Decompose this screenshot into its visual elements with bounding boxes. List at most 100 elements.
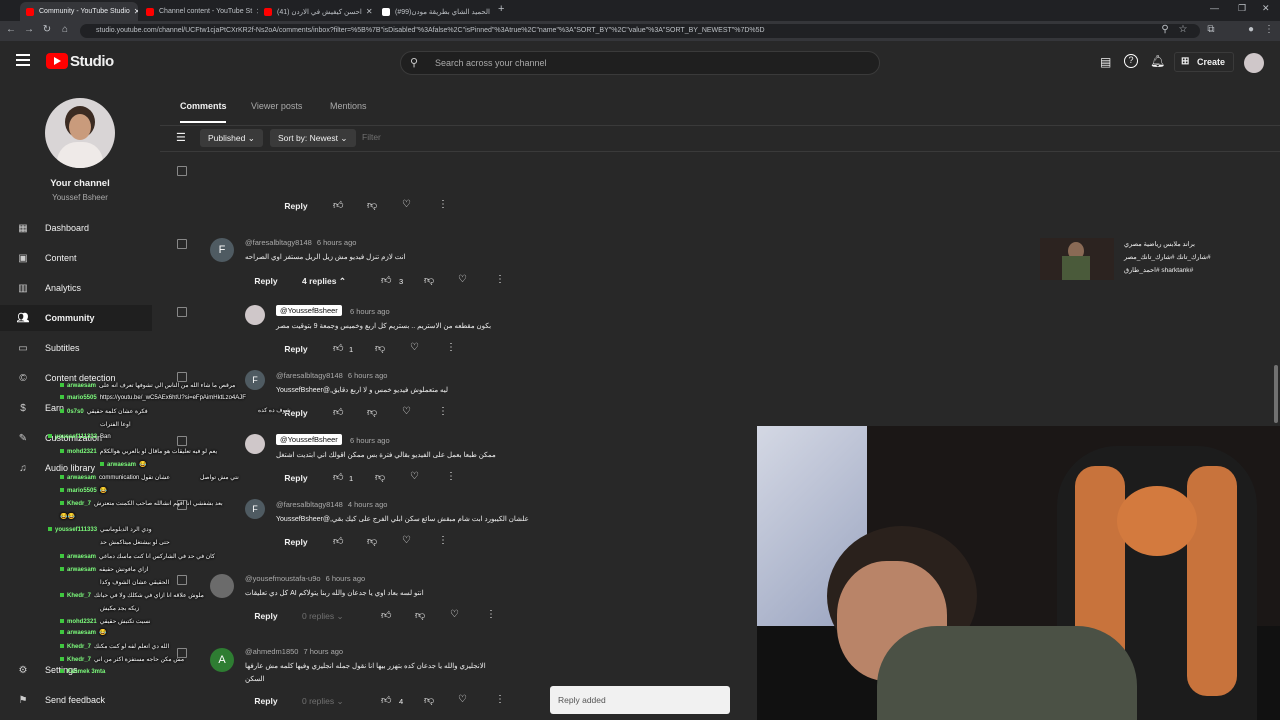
video-title-line[interactable]: براند ملابس رياضية مصري — [1124, 240, 1195, 248]
channel-avatar[interactable] — [45, 98, 115, 168]
close-window-icon[interactable]: ✕ — [1262, 3, 1270, 14]
reply-button[interactable]: Reply — [279, 473, 313, 483]
timestamp[interactable]: 6 hours ago — [348, 371, 388, 380]
browser-menu-icon[interactable]: ⋮ — [1262, 24, 1276, 35]
heart-icon[interactable]: ♡ — [402, 406, 411, 417]
tab-mentions[interactable]: Mentions — [330, 101, 367, 111]
video-title-line[interactable]: #sharktank #احمد_طارق — [1124, 266, 1193, 274]
comment-author[interactable]: @faresalbltagy8148 6 hours ago — [245, 238, 356, 247]
sort-filter-chip[interactable]: Sort by: Newest ⌄ — [270, 129, 356, 147]
heart-icon[interactable]: ♡ — [402, 535, 411, 546]
heart-icon[interactable]: ♡ — [458, 274, 467, 285]
comment-checkbox[interactable] — [177, 372, 187, 382]
tab-viewer-posts[interactable]: Viewer posts — [251, 101, 302, 111]
heart-icon[interactable]: ♡ — [450, 609, 459, 620]
search-input[interactable]: Search across your channel — [400, 51, 880, 75]
like-icon[interactable]: 👍︎ — [333, 342, 343, 354]
create-button[interactable]: ⊞ Create — [1174, 52, 1235, 72]
bookmark-icon[interactable]: ☆ — [1176, 24, 1190, 35]
more-options-icon[interactable]: ⋮ — [438, 199, 448, 210]
replies-toggle[interactable]: 0 replies ⌄ — [302, 696, 344, 707]
close-tab-icon[interactable]: ✕ — [130, 7, 138, 16]
more-options-icon[interactable]: ⋮ — [438, 406, 448, 417]
reply-button[interactable]: Reply — [279, 537, 313, 547]
published-filter-chip[interactable]: Published ⌄ — [200, 129, 263, 147]
filter-icon[interactable]: ☰ — [176, 131, 186, 144]
more-options-icon[interactable]: ⋮ — [486, 609, 496, 620]
timestamp[interactable]: 6 hours ago — [350, 307, 390, 316]
account-avatar[interactable] — [1244, 53, 1264, 73]
sidebar-item-subtitles[interactable]: ▭ Subtitles — [0, 335, 152, 361]
avatar[interactable] — [245, 434, 265, 454]
tab-comments[interactable]: Comments — [180, 101, 227, 111]
timestamp[interactable]: 4 hours ago — [348, 500, 388, 509]
hamburger-menu-icon[interactable] — [16, 54, 30, 66]
dislike-icon[interactable]: 👎︎ — [367, 199, 377, 211]
url-input[interactable]: studio.youtube.com/channel/UCFtw1cjaPtCX… — [80, 24, 1200, 38]
creator-badge[interactable]: @YoussefBsheer — [276, 434, 342, 445]
author-handle[interactable]: @ahmedm1850 — [245, 647, 298, 656]
browser-tab[interactable]: Channel content - YouTube St✕ — [140, 2, 258, 21]
sidebar-item-send-feedback[interactable]: ⚑ Send feedback — [0, 687, 152, 713]
reply-button[interactable]: Reply — [249, 276, 283, 286]
sidebar-item-dashboard[interactable]: ▦ Dashboard — [0, 215, 152, 241]
heart-icon[interactable]: ♡ — [402, 199, 411, 210]
sidebar-item-analytics[interactable]: ▥ Analytics — [0, 275, 152, 301]
like-icon[interactable]: 👍︎ — [333, 535, 343, 547]
author-handle[interactable]: @faresalbltagy8148 — [245, 238, 312, 247]
replies-toggle[interactable]: 0 replies ⌄ — [302, 611, 344, 622]
zoom-icon[interactable]: ⚲ — [1158, 24, 1172, 35]
author-handle[interactable]: @faresalbltagy8148 — [276, 371, 343, 380]
comment-author[interactable]: @yousefmoustafa-u9o 6 hours ago — [245, 574, 365, 583]
reply-button[interactable]: Reply — [279, 344, 313, 354]
timestamp-label[interactable]: 6 hours ago — [350, 307, 390, 316]
avatar[interactable]: F — [210, 238, 234, 262]
comment-author[interactable]: @ahmedm1850 7 hours ago — [245, 647, 343, 656]
dislike-icon[interactable]: 👎︎ — [424, 694, 434, 706]
avatar[interactable]: F — [245, 499, 265, 519]
notifications-icon[interactable]: 🔔︎ — [1150, 54, 1165, 68]
heart-icon[interactable]: ♡ — [410, 342, 419, 353]
reply-button[interactable]: Reply — [279, 201, 313, 211]
like-icon[interactable]: 👍︎ — [381, 694, 391, 706]
minimize-icon[interactable]: — — [1210, 3, 1219, 13]
comment-checkbox[interactable] — [177, 436, 187, 446]
filter-input[interactable]: Filter — [362, 132, 381, 142]
avatar[interactable] — [245, 305, 265, 325]
reply-button[interactable]: Reply — [249, 696, 283, 706]
sidebar-item-community[interactable]: 👥︎ Community — [0, 305, 152, 331]
more-options-icon[interactable]: ⋮ — [495, 694, 505, 705]
timestamp[interactable]: 6 hours ago — [326, 574, 366, 583]
timestamp[interactable]: 6 hours ago — [350, 436, 390, 445]
youtube-logo-icon[interactable] — [46, 53, 68, 69]
extensions-icon[interactable]: ⧉ — [1204, 24, 1218, 35]
creator-badge[interactable]: @YoussefBsheer — [276, 305, 342, 316]
browser-tab[interactable]: Community - YouTube Studio ✕ — [20, 2, 138, 21]
comment-author[interactable]: @faresalbltagy8148 4 hours ago — [276, 500, 387, 509]
replies-toggle[interactable]: 4 replies ⌃ — [302, 276, 346, 287]
dislike-icon[interactable]: 👎︎ — [424, 274, 434, 286]
like-icon[interactable]: 👍︎ — [333, 406, 343, 418]
help-icon[interactable]: ? — [1124, 54, 1138, 68]
studio-logo-text[interactable]: Studio — [70, 53, 114, 70]
video-thumbnail[interactable] — [1040, 238, 1114, 280]
profile-avatar[interactable]: ● — [1244, 24, 1258, 35]
more-options-icon[interactable]: ⋮ — [446, 342, 456, 353]
close-tab-icon[interactable]: ✕ — [490, 7, 495, 16]
dislike-icon[interactable]: 👎︎ — [375, 342, 385, 354]
heart-icon[interactable]: ♡ — [410, 471, 419, 482]
like-icon[interactable]: 👍︎ — [333, 471, 343, 483]
dislike-icon[interactable]: 👎︎ — [375, 471, 385, 483]
timestamp-label[interactable]: 6 hours ago — [350, 436, 390, 445]
author-handle[interactable]: @faresalbltagy8148 — [276, 500, 343, 509]
new-tab-icon[interactable]: + — [498, 3, 504, 15]
messages-icon[interactable]: ▤ — [1100, 55, 1111, 69]
author-handle[interactable]: @yousefmoustafa-u9o — [245, 574, 321, 583]
more-options-icon[interactable]: ⋮ — [495, 274, 505, 285]
more-options-icon[interactable]: ⋮ — [446, 471, 456, 482]
scrollbar-thumb[interactable] — [1274, 365, 1278, 423]
like-icon[interactable]: 👍︎ — [381, 609, 391, 621]
comment-checkbox[interactable] — [177, 166, 187, 176]
comment-author[interactable]: @faresalbltagy8148 6 hours ago — [276, 371, 387, 380]
comment-checkbox[interactable] — [177, 307, 187, 317]
